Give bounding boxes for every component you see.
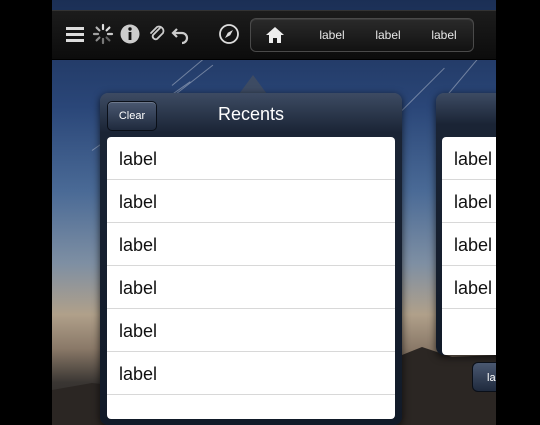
home-icon [266, 27, 284, 43]
screen: label label label Recents Clear label la… [52, 0, 496, 425]
list-item[interactable]: label [107, 352, 395, 395]
attachment-icon[interactable] [146, 23, 168, 45]
breadcrumb-item[interactable]: label [307, 19, 357, 51]
list-item[interactable]: label [107, 137, 395, 180]
recents-popover: Recents Clear label label label label la… [100, 93, 402, 425]
list-item[interactable]: label [107, 266, 395, 309]
menu-icon[interactable] [64, 23, 86, 45]
list-item[interactable]: label [442, 180, 496, 223]
toolbar: label label label [52, 10, 496, 60]
recents-list: label label label label label label [107, 137, 395, 419]
list-item[interactable]: label [442, 266, 496, 309]
list-item[interactable]: label [442, 223, 496, 266]
list-item[interactable]: label [107, 223, 395, 266]
secondary-button[interactable]: la [472, 362, 496, 392]
compass-icon[interactable] [218, 23, 240, 45]
clear-button[interactable]: Clear [107, 101, 157, 131]
undo-icon[interactable] [170, 23, 192, 45]
secondary-list: label label label label [442, 137, 496, 355]
breadcrumb-home[interactable] [251, 19, 299, 51]
list-item[interactable]: label [107, 309, 395, 352]
list-item[interactable]: label [442, 137, 496, 180]
info-icon[interactable] [119, 23, 141, 45]
list-item[interactable]: label [107, 180, 395, 223]
breadcrumb-item[interactable]: label [419, 19, 469, 51]
activity-spinner-icon [92, 23, 114, 45]
breadcrumb-item[interactable]: label [363, 19, 413, 51]
secondary-popover: label label label label [436, 93, 496, 355]
breadcrumb: label label label [250, 18, 474, 52]
popover-arrow [239, 75, 267, 94]
star-streak [446, 56, 480, 96]
